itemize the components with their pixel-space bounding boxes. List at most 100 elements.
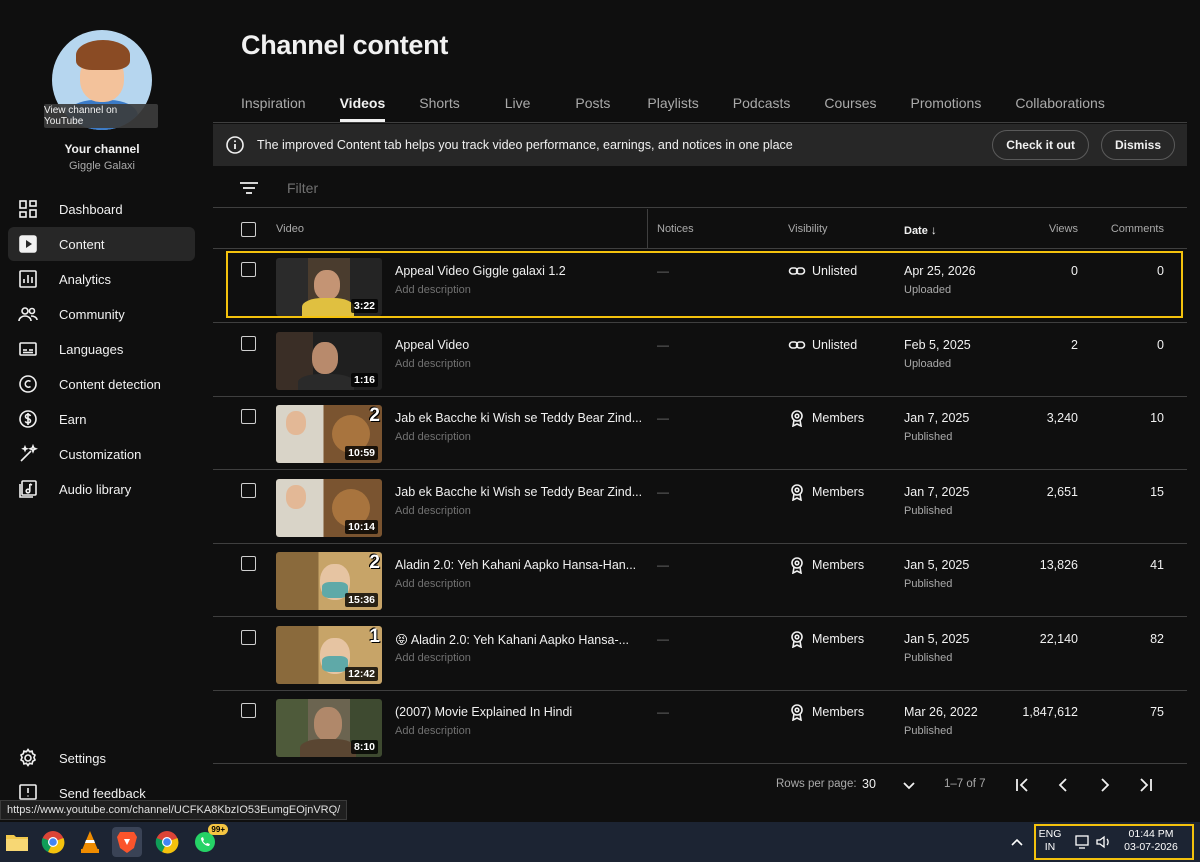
- sidebar-item-earn[interactable]: Earn: [8, 402, 195, 436]
- previous-page-icon[interactable]: [1053, 775, 1073, 795]
- chrome-icon-2[interactable]: [152, 827, 182, 857]
- visibility-cell[interactable]: Members: [788, 409, 864, 427]
- network-icon[interactable]: [1074, 834, 1092, 850]
- row-checkbox[interactable]: [241, 630, 256, 645]
- tab-courses[interactable]: Courses: [824, 88, 876, 122]
- column-date[interactable]: Date ↓: [904, 223, 937, 237]
- video-status: Published: [904, 652, 953, 664]
- first-page-icon[interactable]: [1013, 775, 1033, 795]
- video-title[interactable]: Jab ek Bacche ki Wish se Teddy Bear Zind…: [395, 485, 642, 499]
- rows-per-page-value[interactable]: 30: [862, 777, 876, 791]
- video-title[interactable]: 😝 Aladin 2.0: Yeh Kahani Aapko Hansa-...: [395, 632, 629, 647]
- video-description[interactable]: Add description: [395, 431, 471, 443]
- sidebar-item-dashboard[interactable]: Dashboard: [8, 192, 195, 226]
- visibility-label: Unlisted: [812, 264, 858, 278]
- filter-icon[interactable]: [238, 177, 260, 199]
- video-thumbnail[interactable]: 1:16: [276, 332, 382, 390]
- sidebar-item-settings[interactable]: Settings: [8, 741, 195, 775]
- filter-input[interactable]: [287, 179, 587, 196]
- view-channel-tooltip[interactable]: View channel on YouTube: [44, 104, 158, 128]
- tab-collaborations[interactable]: Collaborations: [1015, 88, 1105, 122]
- link-icon: [788, 341, 806, 349]
- sidebar-item-label: Audio library: [59, 481, 132, 497]
- brave-icon[interactable]: [112, 827, 142, 857]
- video-title[interactable]: Appeal Video Giggle galaxi 1.2: [395, 264, 566, 278]
- video-thumbnail[interactable]: 10:14: [276, 479, 382, 537]
- page-title: Channel content: [241, 30, 449, 60]
- row-checkbox[interactable]: [241, 262, 256, 277]
- visibility-cell[interactable]: Members: [788, 556, 864, 574]
- select-all-checkbox[interactable]: [241, 222, 256, 237]
- video-thumbnail[interactable]: 2 15:36: [276, 552, 382, 610]
- tab-videos[interactable]: Videos: [339, 88, 385, 122]
- sidebar-item-customization[interactable]: Customization: [8, 437, 195, 471]
- chevron-down-icon[interactable]: [899, 775, 919, 795]
- table-row[interactable]: 2 15:36 Aladin 2.0: Yeh Kahani Aapko Han…: [213, 544, 1187, 617]
- sidebar-item-community[interactable]: Community: [8, 297, 195, 331]
- video-description[interactable]: Add description: [395, 358, 471, 370]
- tab-podcasts[interactable]: Podcasts: [733, 88, 791, 122]
- video-description[interactable]: Add description: [395, 725, 471, 737]
- table-row[interactable]: 1:16 Appeal Video Add description — Unli…: [213, 324, 1187, 397]
- sidebar-item-label: Community: [59, 306, 125, 322]
- members-badge-icon: [791, 704, 803, 721]
- video-notices: —: [657, 411, 669, 425]
- input-language[interactable]: ENG IN: [1034, 828, 1066, 854]
- video-views: 22,140: [1039, 632, 1078, 646]
- video-title[interactable]: Aladin 2.0: Yeh Kahani Aapko Hansa-Han..…: [395, 558, 636, 572]
- tab-live[interactable]: Live: [505, 88, 531, 122]
- check-it-out-button[interactable]: Check it out: [992, 130, 1089, 160]
- video-thumbnail[interactable]: 1 12:42: [276, 626, 382, 684]
- sidebar-item-analytics[interactable]: Analytics: [8, 262, 195, 296]
- tab-posts[interactable]: Posts: [575, 88, 610, 122]
- row-checkbox[interactable]: [241, 556, 256, 571]
- video-title[interactable]: Appeal Video: [395, 338, 469, 352]
- next-page-icon[interactable]: [1095, 775, 1115, 795]
- video-title[interactable]: (2007) Movie Explained In Hindi: [395, 705, 572, 719]
- video-thumbnail[interactable]: 8:10: [276, 699, 382, 757]
- speaker-icon[interactable]: [1095, 834, 1113, 850]
- video-description[interactable]: Add description: [395, 284, 471, 296]
- sidebar-item-languages[interactable]: Languages: [8, 332, 195, 366]
- sidebar-item-content-detection[interactable]: Content detection: [8, 367, 195, 401]
- video-description[interactable]: Add description: [395, 652, 471, 664]
- last-page-icon[interactable]: [1135, 775, 1155, 795]
- row-checkbox[interactable]: [241, 336, 256, 351]
- thumbnail-part-number: 2: [369, 552, 380, 573]
- vlc-icon[interactable]: [75, 827, 105, 857]
- video-description[interactable]: Add description: [395, 505, 471, 517]
- table-row[interactable]: 3:22 Appeal Video Giggle galaxi 1.2 Add …: [213, 250, 1187, 323]
- table-row[interactable]: 2 10:59 Jab ek Bacche ki Wish se Teddy B…: [213, 397, 1187, 470]
- sidebar-item-content[interactable]: Content: [8, 227, 195, 261]
- video-title[interactable]: Jab ek Bacche ki Wish se Teddy Bear Zind…: [395, 411, 642, 425]
- video-views: 1,847,612: [1022, 705, 1078, 719]
- video-thumbnail[interactable]: 2 10:59: [276, 405, 382, 463]
- tab-inspiration[interactable]: Inspiration: [241, 88, 306, 122]
- chevron-up-icon[interactable]: [1002, 827, 1032, 857]
- row-checkbox[interactable]: [241, 483, 256, 498]
- row-checkbox[interactable]: [241, 409, 256, 424]
- video-status: Uploaded: [904, 284, 952, 296]
- sidebar-item-audio-library[interactable]: Audio library: [8, 472, 195, 506]
- table-row[interactable]: 1 12:42 😝 Aladin 2.0: Yeh Kahani Aapko H…: [213, 618, 1187, 691]
- video-thumbnail[interactable]: 3:22: [276, 258, 382, 316]
- link-icon: [788, 267, 806, 275]
- visibility-cell[interactable]: Members: [788, 483, 864, 501]
- row-checkbox[interactable]: [241, 703, 256, 718]
- visibility-cell[interactable]: Members: [788, 630, 864, 648]
- table-row[interactable]: 8:10 (2007) Movie Explained In Hindi Add…: [213, 691, 1187, 764]
- dismiss-button[interactable]: Dismiss: [1100, 130, 1175, 160]
- tab-promotions[interactable]: Promotions: [911, 88, 982, 122]
- visibility-cell[interactable]: Unlisted: [788, 262, 857, 280]
- table-row[interactable]: 10:14 Jab ek Bacche ki Wish se Teddy Bea…: [213, 471, 1187, 544]
- tab-playlists[interactable]: Playlists: [647, 88, 698, 122]
- file-explorer-icon[interactable]: [2, 827, 32, 857]
- video-description[interactable]: Add description: [395, 578, 471, 590]
- column-divider[interactable]: [647, 209, 648, 249]
- chrome-icon[interactable]: [38, 827, 68, 857]
- whatsapp-icon[interactable]: 99+: [190, 824, 228, 857]
- visibility-cell[interactable]: Unlisted: [788, 336, 857, 354]
- visibility-cell[interactable]: Members: [788, 703, 864, 721]
- tab-shorts[interactable]: Shorts: [419, 88, 459, 122]
- system-clock[interactable]: 01:44 PM 03-07-2026: [1116, 828, 1186, 854]
